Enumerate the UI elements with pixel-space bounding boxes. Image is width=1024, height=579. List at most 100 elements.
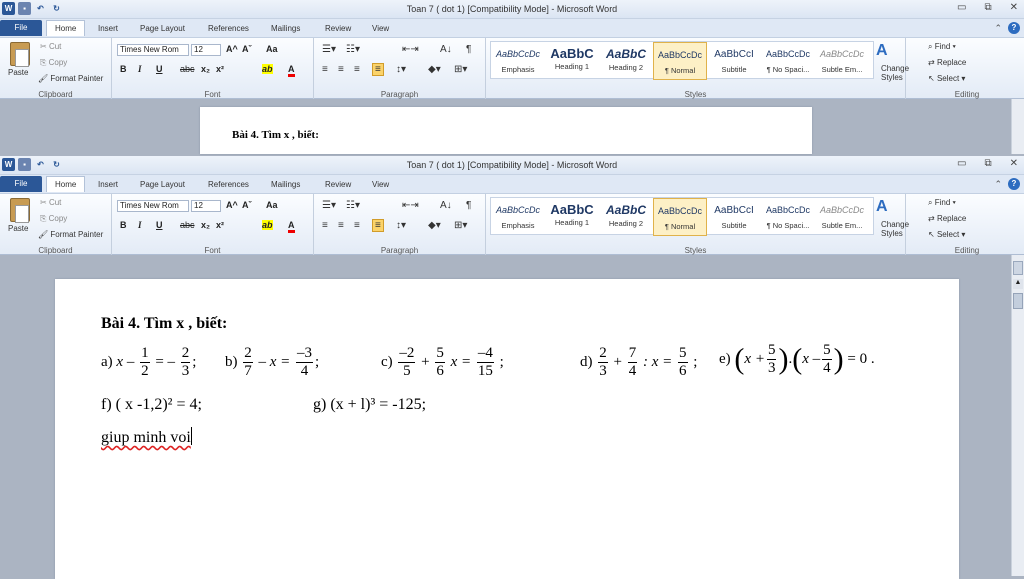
select-button[interactable]: ↖ Select ▾ — [928, 74, 965, 83]
tab-mailings[interactable]: Mailings — [263, 21, 308, 37]
style-heading-2[interactable]: AaBbC Heading 2 — [599, 198, 653, 236]
underline-button[interactable]: U — [156, 220, 163, 230]
style-no-spacing[interactable]: AaBbCcDc ¶ No Spaci... — [761, 198, 815, 236]
font-color-button[interactable]: A — [288, 220, 295, 233]
style-subtle-emphasis[interactable]: AaBbCcDc Subtle Em... — [815, 198, 869, 236]
font-size-select[interactable]: 12 — [191, 44, 221, 56]
superscript-button[interactable]: x² — [216, 220, 224, 230]
italic-button[interactable]: I — [138, 64, 142, 74]
style-normal[interactable]: AaBbCcDc ¶ Normal — [653, 198, 707, 236]
shrink-font-button[interactable]: Aˇ — [242, 44, 252, 54]
shading-icon[interactable]: ◆▾ — [428, 64, 441, 75]
align-right-icon[interactable]: ≡ — [354, 220, 360, 231]
bold-button[interactable]: B — [120, 64, 127, 74]
style-emphasis[interactable]: AaBbCcDc Emphasis — [491, 198, 545, 236]
paste-icon[interactable] — [10, 198, 30, 223]
close-button[interactable]: ✕ — [1010, 2, 1018, 13]
help-icon[interactable]: ? — [1008, 178, 1020, 190]
shrink-font-button[interactable]: Aˇ — [242, 200, 252, 210]
tab-references[interactable]: References — [200, 21, 257, 37]
font-color-button[interactable]: A — [288, 64, 295, 77]
cut-button[interactable]: ✂ Cut — [40, 42, 61, 51]
vertical-scrollbar-background[interactable] — [1011, 99, 1024, 154]
style-subtle-emphasis[interactable]: AaBbCcDc Subtle Em... — [815, 42, 869, 80]
tab-view[interactable]: View — [364, 21, 397, 37]
line-spacing-icon[interactable]: ↕▾ — [396, 220, 406, 231]
tab-references[interactable]: References — [200, 177, 257, 193]
format-painter-button[interactable]: 🖌 Format Painter — [38, 230, 103, 239]
help-icon[interactable]: ? — [1008, 22, 1020, 34]
strikethrough-button[interactable]: abc — [180, 220, 195, 230]
tab-review[interactable]: Review — [317, 21, 359, 37]
find-button[interactable]: ⌕ Find ▾ — [928, 198, 956, 208]
bullets-icon[interactable]: ☰▾ — [322, 200, 336, 211]
align-center-icon[interactable]: ≡ — [338, 64, 344, 75]
superscript-button[interactable]: x² — [216, 64, 224, 74]
find-button[interactable]: ⌕ Find ▾ — [928, 42, 956, 52]
indent-icon[interactable]: ⇤⇥ — [402, 44, 419, 55]
show-marks-icon[interactable]: ¶ — [466, 44, 471, 55]
minimize-button[interactable]: ▭ — [957, 158, 966, 169]
show-marks-icon[interactable]: ¶ — [466, 200, 471, 211]
style-emphasis[interactable]: AaBbCcDc Emphasis — [491, 42, 545, 80]
font-size-select[interactable]: 12 — [191, 200, 221, 212]
restore-button[interactable]: ⧉ — [984, 158, 991, 169]
ruler-toggle-icon[interactable] — [1013, 261, 1023, 275]
change-case-button[interactable]: Aa — [266, 44, 278, 54]
grow-font-button[interactable]: A^ — [226, 44, 238, 54]
change-case-button[interactable]: Aa — [266, 200, 278, 210]
tab-insert[interactable]: Insert — [90, 21, 126, 37]
paste-button[interactable]: Paste — [8, 68, 28, 77]
style-subtitle[interactable]: AaBbCcI Subtitle — [707, 198, 761, 236]
borders-icon[interactable]: ⊞▾ — [454, 64, 467, 75]
tab-review[interactable]: Review — [317, 177, 359, 193]
align-left-icon[interactable]: ≡ — [322, 220, 328, 231]
subscript-button[interactable]: x₂ — [201, 220, 210, 230]
tab-home[interactable]: Home — [46, 176, 86, 192]
italic-button[interactable]: I — [138, 220, 142, 230]
paste-icon[interactable] — [10, 42, 30, 67]
align-center-icon[interactable]: ≡ — [338, 220, 344, 231]
select-button[interactable]: ↖ Select ▾ — [928, 230, 965, 239]
copy-button[interactable]: ⎘ Copy — [40, 214, 67, 224]
numbering-icon[interactable]: ☷▾ — [346, 44, 360, 55]
style-heading-2[interactable]: AaBbC Heading 2 — [599, 42, 653, 80]
style-subtitle[interactable]: AaBbCcI Subtitle — [707, 42, 761, 80]
highlight-button[interactable]: ab — [262, 220, 273, 230]
tab-home[interactable]: Home — [46, 20, 86, 36]
scroll-up-icon[interactable]: ▲ — [1013, 279, 1023, 289]
justify-icon[interactable]: ≡ — [372, 219, 384, 232]
change-styles-icon[interactable]: A — [876, 42, 888, 60]
change-styles-button[interactable]: Change Styles — [881, 64, 911, 82]
sort-icon[interactable]: A↓ — [440, 44, 452, 55]
copy-button[interactable]: ⎘ Copy — [40, 58, 67, 68]
sort-icon[interactable]: A↓ — [440, 200, 452, 211]
line-spacing-icon[interactable]: ↕▾ — [396, 64, 406, 75]
bold-button[interactable]: B — [120, 220, 127, 230]
format-painter-button[interactable]: 🖌 Format Painter — [38, 74, 103, 83]
subscript-button[interactable]: x₂ — [201, 64, 210, 74]
paste-button[interactable]: Paste — [8, 224, 28, 233]
close-button[interactable]: ✕ — [1010, 158, 1018, 169]
tab-view[interactable]: View — [364, 177, 397, 193]
numbering-icon[interactable]: ☷▾ — [346, 200, 360, 211]
strikethrough-button[interactable]: abc — [180, 64, 195, 74]
highlight-button[interactable]: ab — [262, 64, 273, 74]
tab-file[interactable]: File — [0, 20, 42, 36]
style-heading-1[interactable]: AaBbC Heading 1 — [545, 198, 599, 236]
restore-button[interactable]: ⧉ — [984, 2, 991, 13]
change-styles-icon[interactable]: A — [876, 198, 888, 216]
vertical-scrollbar[interactable]: ▲ — [1011, 255, 1024, 576]
tab-file[interactable]: File — [0, 176, 42, 192]
minimize-button[interactable]: ▭ — [957, 2, 966, 13]
replace-button[interactable]: ⇄ Replace — [928, 58, 966, 67]
tab-insert[interactable]: Insert — [90, 177, 126, 193]
style-normal[interactable]: AaBbCcDc ¶ Normal — [653, 42, 707, 80]
align-left-icon[interactable]: ≡ — [322, 64, 328, 75]
tab-page-layout[interactable]: Page Layout — [132, 21, 193, 37]
indent-icon[interactable]: ⇤⇥ — [402, 200, 419, 211]
replace-button[interactable]: ⇄ Replace — [928, 214, 966, 223]
align-right-icon[interactable]: ≡ — [354, 64, 360, 75]
tab-page-layout[interactable]: Page Layout — [132, 177, 193, 193]
grow-font-button[interactable]: A^ — [226, 200, 238, 210]
